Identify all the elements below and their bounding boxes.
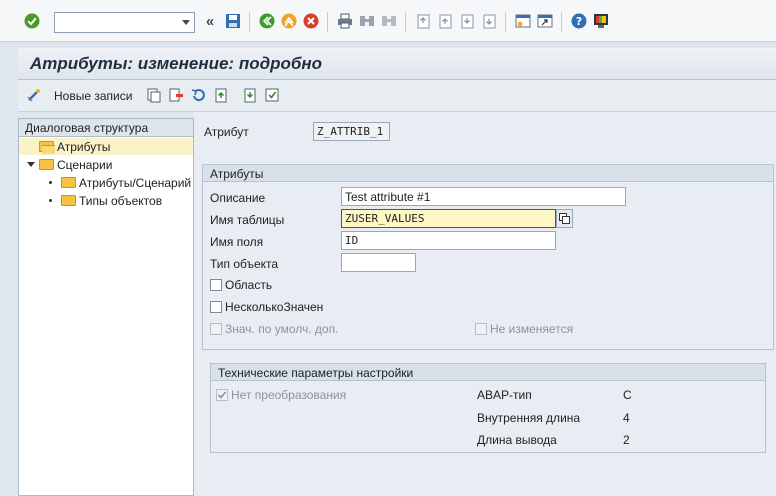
new-session-icon[interactable] xyxy=(515,13,531,29)
area-checkbox[interactable] xyxy=(210,279,222,291)
tree-item-label: Сценарии xyxy=(57,157,113,172)
object-type-field[interactable] xyxy=(341,253,416,272)
screen-title-bar: Атрибуты: изменение: подробно xyxy=(18,48,776,80)
new-entries-button[interactable]: Новые записи xyxy=(54,89,132,103)
previous-page-icon[interactable] xyxy=(437,13,453,29)
separator xyxy=(561,12,562,32)
attribute-label: Атрибут xyxy=(204,125,249,139)
multi-values-checkbox-label: НесколькоЗначен xyxy=(225,300,324,314)
area-checkbox-label: Область xyxy=(225,278,273,292)
application-toolbar: Новые записи xyxy=(18,80,776,112)
output-length-label: Длина вывода xyxy=(477,433,557,447)
table-name-field[interactable]: ZUSER_VALUES xyxy=(341,209,556,228)
cancel-icon[interactable] xyxy=(303,13,319,29)
copy-as-icon[interactable] xyxy=(146,87,162,103)
separator xyxy=(249,12,250,32)
exit-icon[interactable] xyxy=(281,13,297,29)
back-icon[interactable] xyxy=(259,13,275,29)
group-title: Технические параметры настройки xyxy=(211,364,765,381)
separator xyxy=(505,12,506,32)
separator xyxy=(327,12,328,32)
folder-icon xyxy=(61,177,76,188)
table-name-label: Имя таблицы xyxy=(210,213,285,227)
find-icon[interactable] xyxy=(359,13,375,29)
no-conversion-checkbox-label: Нет преобразования xyxy=(231,388,347,402)
delete-icon[interactable] xyxy=(168,87,184,103)
tree-item-label: Атрибуты xyxy=(57,139,111,154)
help-icon[interactable]: ? xyxy=(571,13,587,29)
tree-item-object-types[interactable]: Типы объектов xyxy=(19,192,193,209)
tree-header: Диалоговая структура xyxy=(19,119,193,137)
field-name-label: Имя поля xyxy=(210,235,264,249)
print-icon[interactable] xyxy=(337,13,353,29)
double-chevron-left-icon[interactable]: « xyxy=(202,13,218,30)
abap-type-value: C xyxy=(623,388,632,402)
tree-item-attributes-scenario[interactable]: Атрибуты/Сценарий xyxy=(19,174,193,191)
group-title: Атрибуты xyxy=(203,165,773,182)
save-icon[interactable] xyxy=(225,13,241,29)
checkmark-icon xyxy=(217,391,227,399)
default-value-checkbox[interactable] xyxy=(210,323,222,335)
tree-item-scenarios[interactable]: Сценарии xyxy=(19,156,193,173)
field-name-field[interactable]: ID xyxy=(341,231,556,250)
tree-item-label: Атрибуты/Сценарий xyxy=(79,175,192,190)
open-folder-icon xyxy=(39,141,55,154)
unchangeable-checkbox-label: Не изменяется xyxy=(490,322,574,336)
bullet-icon xyxy=(49,199,52,202)
tree-item-label: Типы объектов xyxy=(79,193,163,208)
page-title: Атрибуты: изменение: подробно xyxy=(30,54,323,73)
shortcut-icon[interactable] xyxy=(537,13,553,29)
next-page-icon[interactable] xyxy=(459,13,475,29)
customize-layout-icon[interactable] xyxy=(593,13,609,29)
description-field[interactable]: Test attribute #1 xyxy=(341,187,626,206)
folder-icon xyxy=(39,159,54,170)
svg-text:?: ? xyxy=(576,15,582,28)
detail-area: Атрибут Z_ATTRIB_1 Атрибуты Описание Tes… xyxy=(194,112,776,496)
separator xyxy=(405,12,406,32)
attribute-field: Z_ATTRIB_1 xyxy=(313,122,390,141)
output-length-value: 2 xyxy=(623,433,630,447)
multi-values-checkbox[interactable] xyxy=(210,301,222,313)
command-field[interactable] xyxy=(54,12,195,33)
value-help-button[interactable] xyxy=(556,209,573,228)
select-all-icon[interactable] xyxy=(264,87,280,103)
first-page-icon[interactable] xyxy=(415,13,431,29)
tree-item-attributes[interactable]: Атрибуты xyxy=(19,138,193,155)
no-conversion-checkbox[interactable] xyxy=(216,389,228,401)
unchangeable-checkbox[interactable] xyxy=(475,323,487,335)
expand-triangle-icon[interactable] xyxy=(27,162,35,167)
copy-icon xyxy=(559,213,570,224)
description-label: Описание xyxy=(210,191,266,205)
object-type-label: Тип объекта xyxy=(210,257,279,271)
abap-type-label: ABAP-тип xyxy=(477,388,532,402)
folder-icon xyxy=(61,195,76,206)
next-entry-icon[interactable] xyxy=(242,87,258,103)
internal-length-value: 4 xyxy=(623,411,630,425)
edit-toggle-icon[interactable] xyxy=(26,87,42,103)
system-toolbar: « ? xyxy=(0,0,776,42)
chevron-down-icon[interactable] xyxy=(182,20,190,25)
undo-icon[interactable] xyxy=(190,87,206,103)
enter-check-icon[interactable] xyxy=(24,13,40,29)
previous-entry-icon[interactable] xyxy=(212,87,228,103)
bullet-icon xyxy=(49,181,52,184)
find-next-icon[interactable] xyxy=(381,13,397,29)
default-value-checkbox-label: Знач. по умолч. доп. xyxy=(225,322,339,336)
internal-length-label: Внутренняя длина xyxy=(477,411,581,425)
last-page-icon[interactable] xyxy=(481,13,497,29)
dialog-structure-tree: Диалоговая структура Атрибуты Сценарии А… xyxy=(18,118,194,496)
